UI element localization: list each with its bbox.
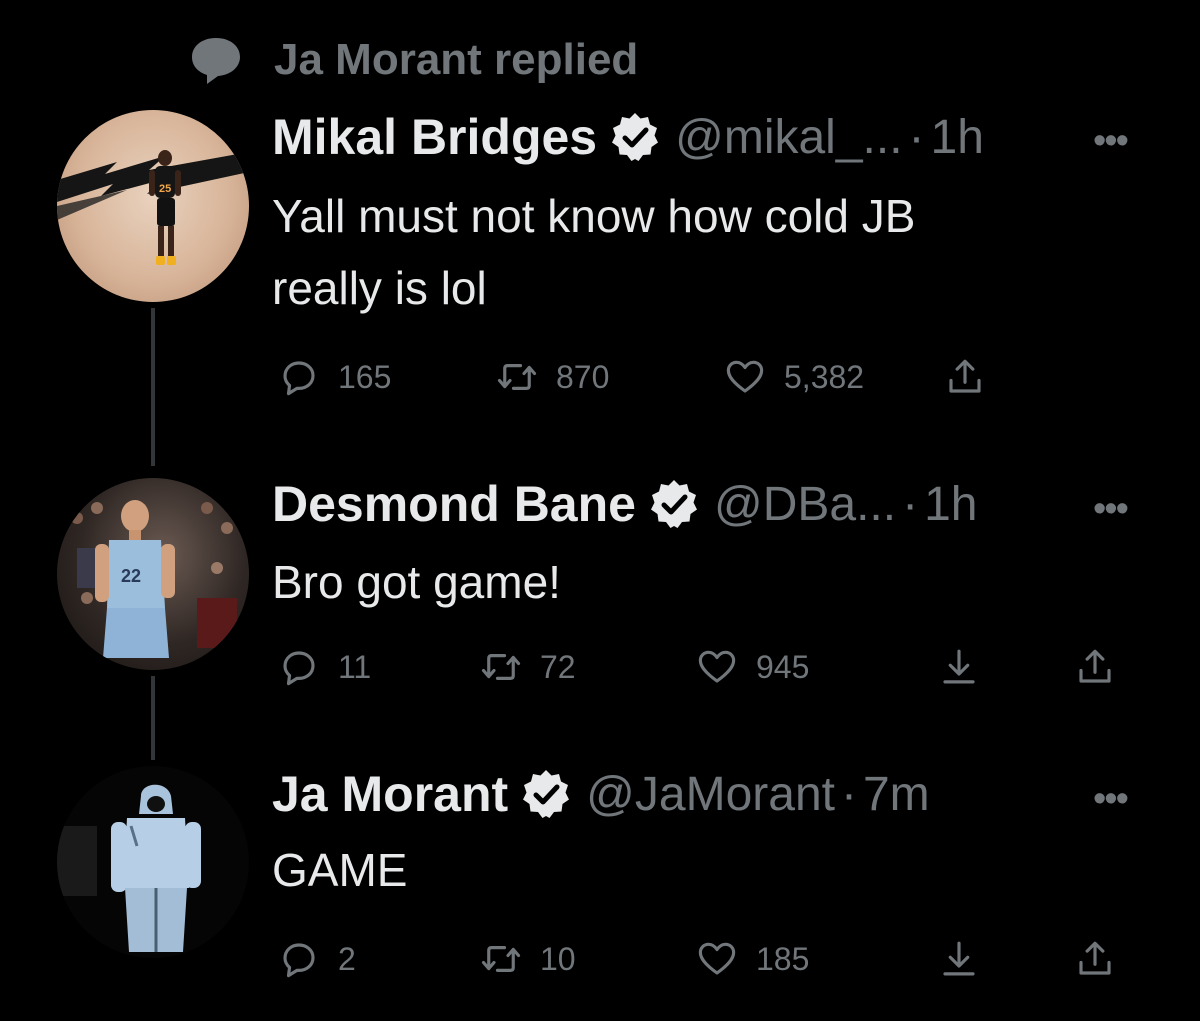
tweet-text: Yall must not know how cold JB really is… bbox=[272, 180, 1132, 324]
tweet-text: GAME bbox=[272, 834, 1132, 906]
tweet-text: Bro got game! bbox=[272, 546, 1132, 618]
tweet-text-line: GAME bbox=[272, 844, 408, 896]
reply-button[interactable]: 11 bbox=[278, 642, 371, 692]
share-icon bbox=[949, 359, 981, 393]
timestamp[interactable]: 1h bbox=[931, 110, 984, 165]
heart-icon bbox=[698, 942, 736, 975]
avatar[interactable]: 22 bbox=[57, 478, 249, 670]
reply-button[interactable]: 165 bbox=[278, 352, 391, 402]
reply-icon bbox=[283, 943, 315, 978]
author-name[interactable]: Desmond Bane bbox=[272, 475, 636, 533]
more-options-icon[interactable]: ••• bbox=[1093, 778, 1129, 821]
reply-icon bbox=[283, 651, 315, 686]
retweet-button[interactable]: 870 bbox=[496, 352, 609, 402]
context-text: Ja Morant replied bbox=[274, 35, 639, 84]
heart-icon bbox=[698, 650, 736, 683]
author-handle[interactable]: @JaMorant bbox=[586, 767, 835, 822]
tweet-text-line: really is lol bbox=[272, 262, 487, 314]
svg-text:22: 22 bbox=[121, 566, 141, 586]
tweet-text-line: Bro got game! bbox=[272, 556, 561, 608]
like-count: 185 bbox=[756, 940, 810, 977]
retweet-count: 72 bbox=[540, 648, 576, 685]
retweet-icon bbox=[481, 946, 521, 972]
reply-icon bbox=[283, 361, 315, 396]
author-name[interactable]: Mikal Bridges bbox=[272, 108, 597, 166]
reply-count: 11 bbox=[338, 648, 372, 685]
verified-badge-icon bbox=[523, 770, 570, 818]
reply-count: 165 bbox=[338, 358, 392, 395]
reply-bubble-icon bbox=[192, 38, 240, 84]
author-handle[interactable]: @mikal_... bbox=[675, 110, 902, 165]
author-handle[interactable]: @DBa... bbox=[714, 477, 896, 532]
tweet-header: Mikal Bridges @mikal_... · 1h bbox=[272, 105, 984, 169]
thread-line bbox=[151, 676, 155, 760]
thread-line bbox=[151, 308, 155, 466]
heart-icon bbox=[726, 360, 764, 393]
like-button[interactable]: 945 bbox=[696, 642, 809, 692]
share-button[interactable] bbox=[1074, 934, 1116, 984]
svg-text:25: 25 bbox=[159, 183, 171, 195]
verified-badge-icon bbox=[612, 113, 659, 161]
separator-dot: · bbox=[840, 767, 857, 821]
avatar[interactable] bbox=[57, 766, 249, 958]
reply-button[interactable]: 2 bbox=[278, 934, 356, 984]
like-button[interactable]: 185 bbox=[696, 934, 809, 984]
download-button[interactable] bbox=[938, 642, 980, 692]
download-button[interactable] bbox=[938, 934, 980, 984]
author-name[interactable]: Ja Morant bbox=[272, 765, 508, 823]
download-icon bbox=[943, 941, 975, 976]
more-options-icon[interactable]: ••• bbox=[1093, 488, 1129, 531]
tweet-header: Ja Morant @JaMorant · 7m bbox=[272, 762, 930, 826]
like-button[interactable]: 5,382 bbox=[724, 352, 864, 402]
separator-dot: · bbox=[902, 477, 919, 531]
tweet-text-line: Yall must not know how cold JB bbox=[272, 190, 916, 242]
retweet-icon bbox=[497, 364, 537, 390]
timestamp[interactable]: 7m bbox=[863, 767, 930, 822]
like-count: 5,382 bbox=[784, 358, 865, 395]
retweet-count: 10 bbox=[540, 940, 576, 977]
share-button[interactable] bbox=[944, 352, 986, 402]
download-icon bbox=[943, 649, 975, 684]
reply-count: 2 bbox=[338, 940, 356, 977]
tweet-header: Desmond Bane @DBa... · 1h bbox=[272, 472, 977, 536]
social-context: Ja Morant replied bbox=[188, 30, 638, 90]
share-button[interactable] bbox=[1074, 642, 1116, 692]
like-count: 945 bbox=[756, 648, 810, 685]
share-icon bbox=[1079, 649, 1111, 683]
share-icon bbox=[1079, 941, 1111, 975]
more-options-icon[interactable]: ••• bbox=[1093, 120, 1129, 163]
retweet-button[interactable]: 72 bbox=[480, 642, 576, 692]
verified-badge-icon bbox=[650, 480, 697, 528]
timestamp[interactable]: 1h bbox=[924, 477, 977, 532]
separator-dot: · bbox=[908, 110, 925, 164]
avatar[interactable]: 25 bbox=[57, 110, 249, 302]
retweet-icon bbox=[481, 654, 521, 680]
retweet-button[interactable]: 10 bbox=[480, 934, 576, 984]
retweet-count: 870 bbox=[556, 358, 610, 395]
